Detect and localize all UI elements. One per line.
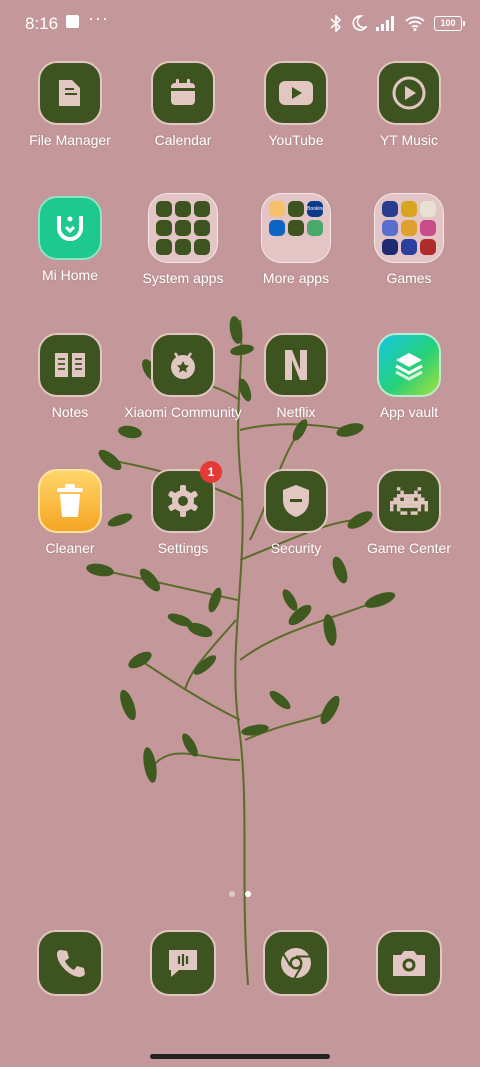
app-game-center[interactable]: Game Center <box>349 469 469 557</box>
notes-book-icon <box>38 333 102 397</box>
netflix-icon <box>264 333 328 397</box>
status-time: 8:16 <box>25 14 59 33</box>
notification-icon <box>66 15 79 28</box>
cleaner-trash-icon <box>38 469 102 533</box>
game-3-icon <box>420 201 436 217</box>
app-settings[interactable]: 1 Settings <box>123 461 243 557</box>
app-security[interactable]: Security <box>236 469 356 557</box>
yt-music-icon <box>377 61 441 125</box>
amazon-icon <box>269 201 285 217</box>
dock-camera[interactable] <box>349 930 469 996</box>
app-label: File Manager <box>29 132 111 148</box>
app-yt-music[interactable]: YT Music <box>349 61 469 149</box>
app-label: Calendar <box>154 132 212 148</box>
more-notifications-icon: ··· <box>88 8 109 28</box>
app-label: Security <box>270 540 322 556</box>
settings-gear-icon: 1 <box>151 461 222 533</box>
gallery-icon <box>156 220 172 236</box>
facebook-icon <box>288 201 304 217</box>
page-dot-1[interactable] <box>229 891 235 897</box>
app-label: Cleaner <box>45 540 95 556</box>
folder-icon <box>374 193 444 263</box>
booking-icon: Booking <box>307 201 323 217</box>
app-label: Notes <box>51 404 89 420</box>
dock-chrome[interactable] <box>236 930 356 996</box>
battery-indicator: 100 <box>434 15 465 31</box>
youtube-icon <box>264 61 328 125</box>
notification-badge: 1 <box>200 461 222 483</box>
app-label: Mi Home <box>41 267 98 283</box>
page-dot-2-active[interactable] <box>245 891 251 897</box>
photos-icon <box>307 220 323 236</box>
app-mi-home[interactable]: Mi Home <box>10 196 130 284</box>
folder-system-apps[interactable]: System apps <box>123 193 243 287</box>
game-9-icon <box>420 239 436 255</box>
music-icon <box>175 239 191 255</box>
app-label: YouTube <box>268 132 324 148</box>
folder-more-apps[interactable]: Booking More apps <box>236 193 356 287</box>
app-calendar[interactable]: Calendar <box>123 61 243 149</box>
app-label: YT Music <box>379 132 439 148</box>
folder-games[interactable]: Games <box>349 193 469 287</box>
xiaomi-community-icon <box>151 333 215 397</box>
app-cleaner[interactable]: Cleaner <box>10 469 130 557</box>
home-gesture-bar[interactable] <box>150 1054 330 1059</box>
camera-icon <box>376 930 442 996</box>
app-file-manager[interactable]: File Manager <box>10 61 130 149</box>
linkedin-icon <box>269 220 285 236</box>
page-indicator <box>0 891 480 897</box>
app-netflix[interactable]: Netflix <box>236 333 356 421</box>
game-5-icon <box>401 220 417 236</box>
status-icons: 100 <box>330 13 465 33</box>
messages-icon <box>150 930 216 996</box>
chrome-icon <box>263 930 329 996</box>
app-label: Netflix <box>276 404 316 420</box>
app-xiaomi-community[interactable]: Xiaomi Community <box>123 333 243 421</box>
app-app-vault[interactable]: App vault <box>349 333 469 421</box>
mail-icon <box>194 220 210 236</box>
folder-icon <box>38 61 102 125</box>
app-label: Settings <box>157 540 209 556</box>
app-youtube[interactable]: YouTube <box>236 61 356 149</box>
game-8-icon <box>401 239 417 255</box>
spotify-icon <box>288 220 304 236</box>
app-label: Xiaomi Community <box>124 404 242 420</box>
bluetooth-icon <box>330 14 342 32</box>
folder-icon: Booking <box>261 193 331 263</box>
game-2-icon <box>401 201 417 217</box>
folder-icon <box>148 193 218 263</box>
dock-messages[interactable] <box>123 930 243 996</box>
game-7-icon <box>382 239 398 255</box>
download-icon <box>194 201 210 217</box>
app-label: Games <box>386 270 432 286</box>
status-bar: 8:16 ··· 100 <box>0 0 480 46</box>
game-4-icon <box>382 220 398 236</box>
compass-icon <box>194 239 210 255</box>
dock-phone[interactable] <box>10 930 130 996</box>
app-label: App vault <box>379 404 439 420</box>
mi-home-icon <box>38 196 102 260</box>
phone-icon <box>175 201 191 217</box>
security-shield-icon <box>264 469 328 533</box>
clock-icon <box>156 239 172 255</box>
signal-icon <box>376 15 394 31</box>
calendar-icon <box>151 61 215 125</box>
phone-icon <box>37 930 103 996</box>
app-label: Game Center <box>366 540 452 556</box>
game-center-invader-icon <box>377 469 441 533</box>
settings-icon <box>175 220 191 236</box>
app-vault-layers-icon <box>377 333 441 397</box>
game-6-icon <box>420 220 436 236</box>
app-label: System apps <box>142 270 224 286</box>
do-not-disturb-moon-icon <box>352 15 367 31</box>
wifi-icon <box>405 16 425 31</box>
game-1-icon <box>382 201 398 217</box>
app-notes[interactable]: Notes <box>10 333 130 421</box>
grid-icon <box>156 201 172 217</box>
app-label: More apps <box>262 270 330 286</box>
